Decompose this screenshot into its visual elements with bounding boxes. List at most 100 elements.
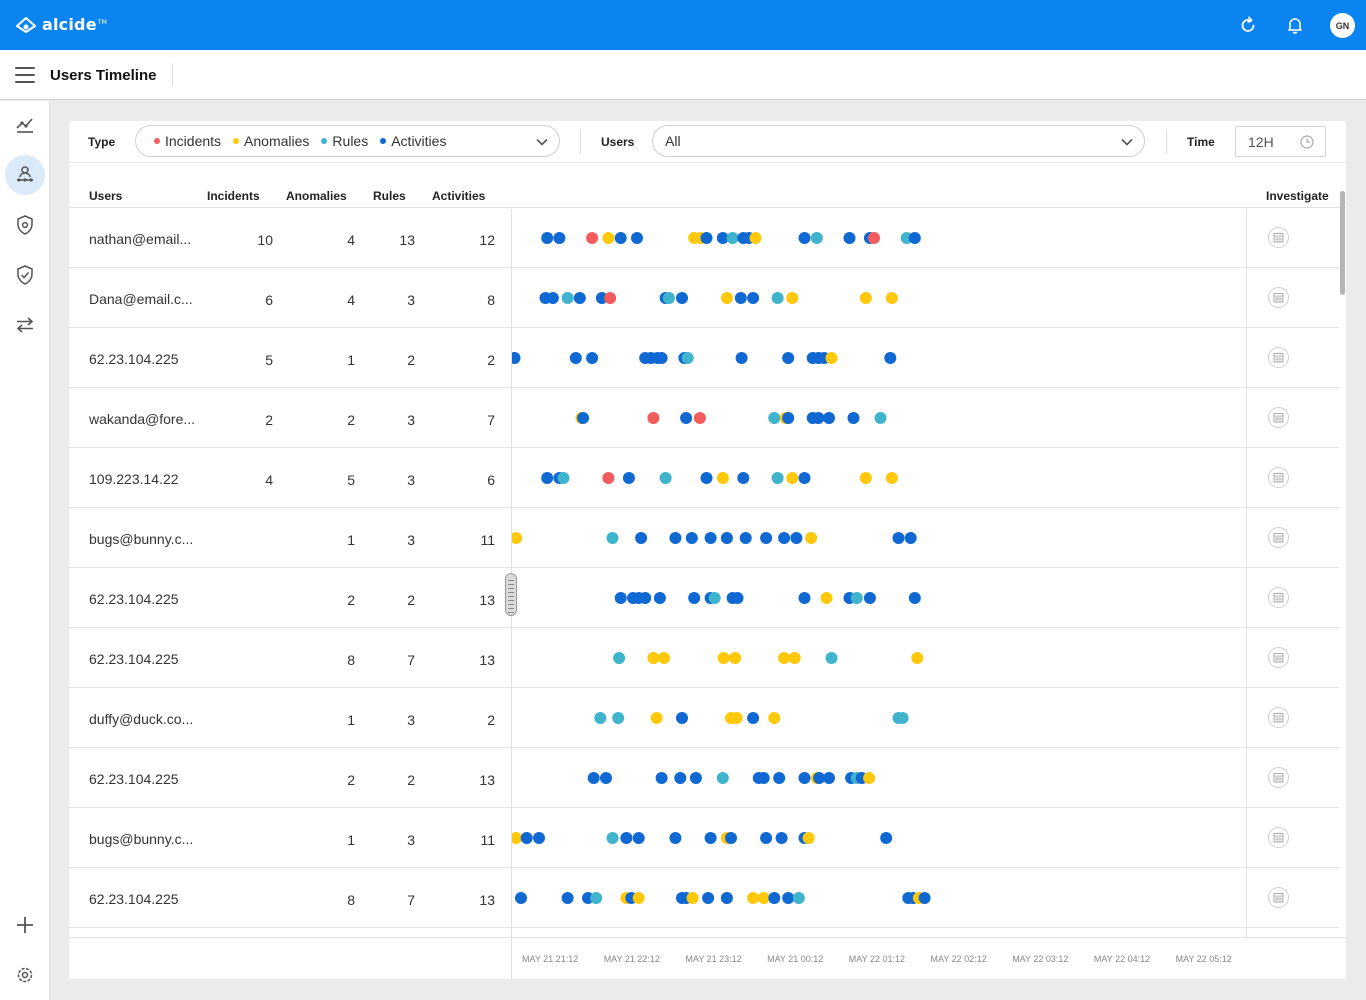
activity-event-dot[interactable] (639, 592, 652, 604)
activity-event-dot[interactable] (908, 592, 921, 604)
rule-event-dot[interactable] (612, 712, 625, 724)
activity-event-dot[interactable] (553, 232, 566, 244)
rule-event-dot[interactable] (716, 772, 729, 784)
menu-icon[interactable] (15, 67, 35, 83)
activity-event-dot[interactable] (782, 352, 795, 364)
users-timeline-icon[interactable] (5, 155, 45, 195)
header-rules[interactable]: Rules (373, 189, 406, 203)
header-incidents[interactable]: Incidents (207, 189, 260, 203)
investigate-button[interactable] (1268, 767, 1289, 788)
activity-event-dot[interactable] (847, 412, 860, 424)
alcide-logo[interactable]: alcide TM (16, 15, 107, 34)
activity-event-dot[interactable] (918, 892, 931, 904)
anomaly-event-dot[interactable] (885, 472, 898, 484)
user-avatar[interactable]: GN (1330, 13, 1355, 38)
anomaly-event-dot[interactable] (647, 652, 660, 664)
incident-event-dot[interactable] (868, 232, 880, 244)
users-filter-select[interactable]: All (652, 125, 1145, 157)
anomaly-event-dot[interactable] (602, 232, 615, 244)
activity-event-dot[interactable] (614, 592, 627, 604)
anomaly-event-dot[interactable] (717, 652, 730, 664)
activity-event-dot[interactable] (676, 712, 688, 724)
investigate-button[interactable] (1268, 287, 1289, 308)
activity-event-dot[interactable] (720, 892, 733, 904)
activity-event-dot[interactable] (798, 772, 811, 784)
anomaly-event-dot[interactable] (720, 292, 733, 304)
anomaly-event-dot[interactable] (747, 892, 760, 904)
investigate-button[interactable] (1268, 647, 1289, 668)
activity-event-dot[interactable] (725, 832, 737, 844)
activity-event-dot[interactable] (546, 292, 559, 304)
activity-event-dot[interactable] (884, 352, 897, 364)
activity-event-dot[interactable] (680, 412, 693, 424)
activity-event-dot[interactable] (782, 892, 795, 904)
rule-event-dot[interactable] (771, 472, 784, 484)
activity-event-dot[interactable] (515, 892, 527, 904)
anomaly-event-dot[interactable] (658, 652, 670, 664)
investigate-button[interactable] (1268, 527, 1289, 548)
activity-event-dot[interactable] (798, 592, 811, 604)
activity-event-dot[interactable] (622, 472, 635, 484)
anomaly-event-dot[interactable] (911, 652, 924, 664)
rule-event-dot[interactable] (825, 652, 838, 664)
activity-event-dot[interactable] (702, 892, 715, 904)
incident-event-dot[interactable] (602, 472, 615, 484)
rule-event-dot[interactable] (708, 592, 721, 604)
activity-event-dot[interactable] (700, 472, 713, 484)
anomaly-event-dot[interactable] (512, 832, 523, 844)
investigate-button[interactable] (1268, 827, 1289, 848)
activity-event-dot[interactable] (778, 532, 791, 544)
investigate-button[interactable] (1268, 707, 1289, 728)
activity-event-dot[interactable] (704, 532, 717, 544)
activity-event-dot[interactable] (586, 352, 599, 364)
rule-event-dot[interactable] (590, 892, 603, 904)
rule-event-dot[interactable] (771, 292, 784, 304)
header-anomalies[interactable]: Anomalies (286, 189, 347, 203)
activity-event-dot[interactable] (798, 472, 811, 484)
activity-event-dot[interactable] (561, 892, 574, 904)
type-filter-select[interactable]: Incidents Anomalies Rules Activities (135, 125, 560, 157)
incident-event-dot[interactable] (647, 412, 660, 424)
activity-event-dot[interactable] (520, 832, 533, 844)
activity-event-dot[interactable] (735, 352, 748, 364)
activity-event-dot[interactable] (655, 772, 668, 784)
anomaly-event-dot[interactable] (825, 352, 838, 364)
plus-icon[interactable] (5, 905, 45, 945)
shield-gear-icon[interactable] (5, 205, 45, 245)
anomaly-event-dot[interactable] (768, 712, 781, 724)
anomaly-event-dot[interactable] (820, 592, 833, 604)
anomaly-event-dot[interactable] (729, 652, 742, 664)
activity-event-dot[interactable] (512, 352, 521, 364)
activity-event-dot[interactable] (653, 592, 666, 604)
rule-event-dot[interactable] (726, 232, 739, 244)
refresh-icon[interactable] (1236, 13, 1260, 37)
investigate-button[interactable] (1268, 887, 1289, 908)
header-activities[interactable]: Activities (432, 189, 485, 203)
rule-event-dot[interactable] (874, 412, 887, 424)
activity-event-dot[interactable] (600, 772, 612, 784)
activity-event-dot[interactable] (798, 232, 811, 244)
activity-event-dot[interactable] (843, 232, 856, 244)
incident-event-dot[interactable] (604, 292, 617, 304)
activity-event-dot[interactable] (720, 532, 733, 544)
activity-event-dot[interactable] (908, 232, 921, 244)
activity-event-dot[interactable] (739, 532, 752, 544)
transfer-icon[interactable] (5, 305, 45, 345)
activity-event-dot[interactable] (688, 592, 701, 604)
activity-event-dot[interactable] (704, 832, 717, 844)
rule-event-dot[interactable] (681, 352, 694, 364)
activity-event-dot[interactable] (620, 832, 633, 844)
anomaly-event-dot[interactable] (863, 772, 876, 784)
activity-event-dot[interactable] (775, 832, 788, 844)
anomaly-event-dot[interactable] (650, 712, 663, 724)
activity-event-dot[interactable] (655, 352, 668, 364)
activity-event-dot[interactable] (632, 832, 645, 844)
anomaly-event-dot[interactable] (686, 892, 699, 904)
anomaly-event-dot[interactable] (859, 472, 872, 484)
activity-event-dot[interactable] (669, 532, 682, 544)
activity-event-dot[interactable] (757, 772, 770, 784)
anomaly-event-dot[interactable] (786, 292, 799, 304)
activity-event-dot[interactable] (541, 472, 554, 484)
anomaly-event-dot[interactable] (632, 892, 645, 904)
activity-event-dot[interactable] (782, 412, 795, 424)
